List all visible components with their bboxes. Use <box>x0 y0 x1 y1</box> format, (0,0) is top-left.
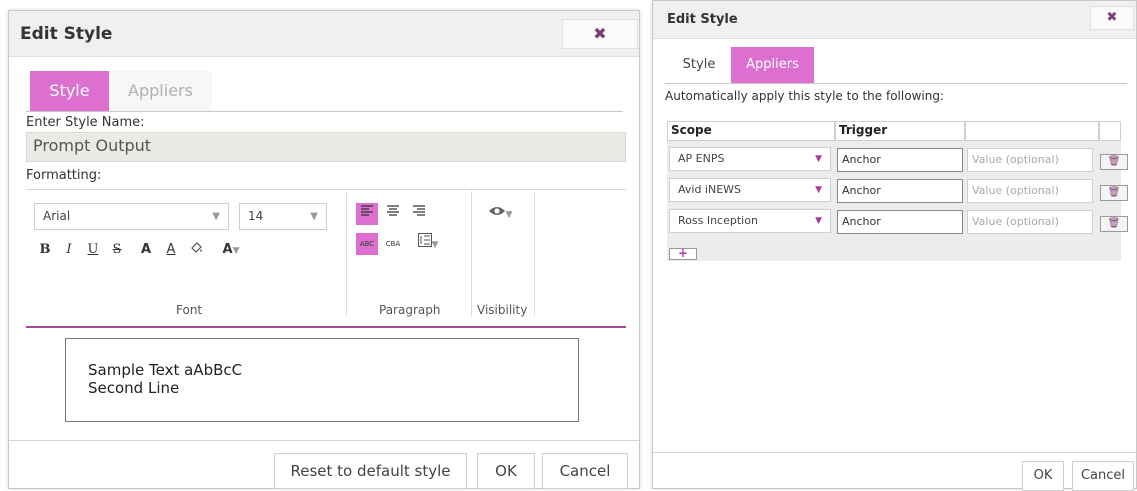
trigger-input[interactable]: Anchor <box>837 210 963 234</box>
formatting-ribbon: Arial ▼ 14 ▼ B I U S A A A▼ Font ABC CBA… <box>26 191 626 326</box>
ltr-button[interactable]: ABC <box>356 233 378 255</box>
chevron-down-icon: ▼ <box>815 185 822 195</box>
value-input[interactable]: Value (optional) <box>967 179 1093 203</box>
chevron-down-icon: ▼ <box>815 216 822 226</box>
chevron-down-icon: ▼ <box>232 246 240 256</box>
dialog-title: Edit Style <box>20 24 113 44</box>
rtl-label: CBA <box>385 240 401 248</box>
add-row-button[interactable]: + <box>669 247 697 260</box>
cancel-button[interactable]: Cancel <box>1072 461 1134 491</box>
ribbon-separator <box>534 191 535 316</box>
scope-select[interactable]: AP ENPS ▼ <box>669 147 831 171</box>
font-color-button[interactable]: A <box>161 239 181 261</box>
tab-appliers[interactable]: Appliers <box>109 71 212 111</box>
footer-divider <box>653 452 1136 453</box>
bold-button[interactable]: B <box>36 239 54 261</box>
line-spacing-button[interactable]: ▼ <box>409 233 447 255</box>
align-left-icon <box>361 205 373 216</box>
chevron-down-icon: ▼ <box>431 240 439 250</box>
chevron-down-icon: ▼ <box>310 211 318 222</box>
rtl-button[interactable]: CBA <box>382 233 404 255</box>
visibility-group-label: Visibility <box>477 303 528 317</box>
table-header-cell <box>965 121 1099 141</box>
footer-divider <box>9 440 639 441</box>
appliers-description: Automatically apply this style to the fo… <box>665 89 944 103</box>
text-effects-label: A <box>222 242 233 257</box>
align-right-icon <box>413 205 425 216</box>
scope-column-header: Scope <box>671 123 712 137</box>
highlight-icon[interactable] <box>186 239 206 261</box>
align-right-button[interactable] <box>408 203 430 225</box>
tab-divider <box>665 83 1127 84</box>
trigger-input[interactable]: Anchor <box>837 179 963 203</box>
formatting-divider <box>26 189 626 190</box>
scope-value: Avid iNEWS <box>678 183 742 196</box>
ltr-label: ABC <box>359 240 375 248</box>
ok-button[interactable]: OK <box>477 453 535 489</box>
font-size-value: 14 <box>248 209 264 223</box>
chevron-down-icon: ▼ <box>212 211 220 222</box>
style-preview: Sample Text aAbBcC Second Line <box>65 338 579 422</box>
ribbon-separator <box>346 191 347 316</box>
tab-style[interactable]: Style <box>667 47 731 83</box>
trash-icon[interactable]: 🗑 <box>1100 216 1128 232</box>
dialog-titlebar: Edit Style ✖ <box>9 11 639 57</box>
scope-select[interactable]: Avid iNEWS ▼ <box>669 178 831 202</box>
tab-divider <box>26 111 623 112</box>
edit-style-dialog-left: Edit Style ✖ Style Appliers Enter Style … <box>8 10 640 489</box>
value-input[interactable]: Value (optional) <box>967 210 1093 234</box>
table-header-cell <box>1099 121 1121 141</box>
ribbon-separator <box>471 191 472 316</box>
trigger-column-header: Trigger <box>839 123 888 137</box>
scope-value: Ross Inception <box>678 214 758 227</box>
font-group-label: Font <box>176 303 203 317</box>
align-center-icon <box>387 205 399 216</box>
chevron-down-icon: ▼ <box>815 154 822 164</box>
chevron-down-icon: ▼ <box>505 210 513 220</box>
line-spacing-icon <box>417 233 432 247</box>
dialog-titlebar: Edit Style ✖ <box>653 1 1136 39</box>
trash-icon[interactable]: 🗑 <box>1100 185 1128 201</box>
italic-button[interactable]: I <box>60 239 78 261</box>
trigger-input[interactable]: Anchor <box>837 148 963 172</box>
reset-default-button[interactable]: Reset to default style <box>274 453 467 489</box>
strikethrough-button[interactable]: S <box>108 239 126 261</box>
dialog-title: Edit Style <box>667 12 738 27</box>
text-outline-button[interactable]: A <box>136 239 156 261</box>
scope-value: AP ENPS <box>678 152 725 165</box>
edit-style-dialog-right: Edit Style ✖ Style Appliers Automaticall… <box>652 0 1137 491</box>
ok-button[interactable]: OK <box>1022 461 1064 491</box>
align-center-button[interactable] <box>382 203 404 225</box>
tab-style[interactable]: Style <box>30 71 109 111</box>
text-effects-button[interactable]: A▼ <box>211 239 251 261</box>
underline-button[interactable]: U <box>84 239 102 261</box>
font-size-select[interactable]: 14 ▼ <box>239 203 327 230</box>
formatting-label: Formatting: <box>26 168 102 183</box>
close-button[interactable]: ✖ <box>562 19 638 49</box>
scope-select[interactable]: Ross Inception ▼ <box>669 209 831 233</box>
eye-icon <box>488 207 505 215</box>
close-button[interactable]: ✖ <box>1090 6 1134 30</box>
preview-line-1: Sample Text aAbBcC <box>88 361 243 379</box>
tab-appliers[interactable]: Appliers <box>731 47 814 83</box>
appliers-table: Scope Trigger AP ENPS ▼ Anchor Value (opt… <box>667 121 1128 261</box>
paragraph-group-label: Paragraph <box>379 303 441 317</box>
ribbon-bottom-divider <box>26 326 626 328</box>
font-family-select[interactable]: Arial ▼ <box>34 203 229 230</box>
font-family-value: Arial <box>43 209 71 223</box>
align-left-button[interactable] <box>356 203 378 225</box>
visibility-button[interactable]: ▼ <box>481 203 519 225</box>
style-name-input[interactable]: Prompt Output <box>26 132 626 162</box>
preview-line-2: Second Line <box>88 379 180 397</box>
value-input[interactable]: Value (optional) <box>967 148 1093 172</box>
cancel-button[interactable]: Cancel <box>542 453 628 489</box>
style-name-label: Enter Style Name: <box>26 115 145 130</box>
trash-icon[interactable]: 🗑 <box>1100 154 1128 170</box>
